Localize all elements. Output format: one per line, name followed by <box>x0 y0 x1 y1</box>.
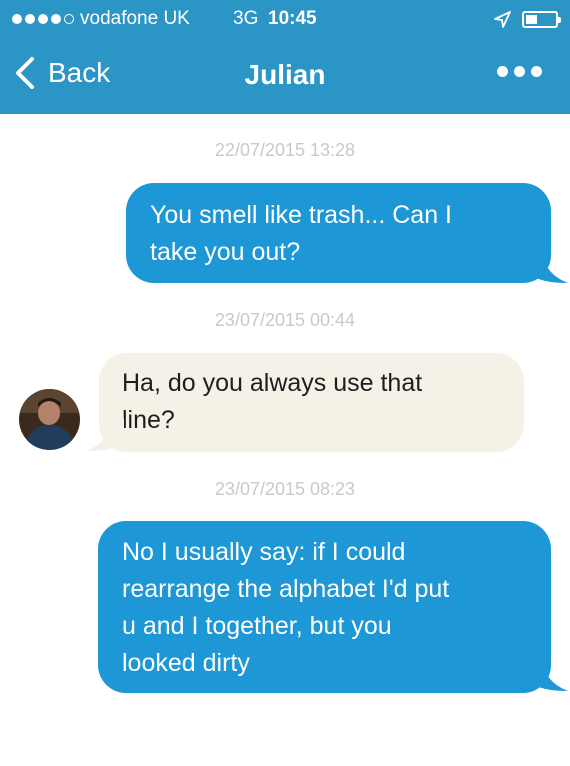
message-line: No I usually say: if I could <box>122 538 406 566</box>
message-line: u and I together, but you <box>122 612 392 640</box>
message-timestamp: 23/07/2015 08:23 <box>214 479 356 499</box>
contact-avatar[interactable] <box>19 389 80 450</box>
message-line: rearrange the alphabet I'd put <box>122 575 450 603</box>
more-dot <box>497 66 508 77</box>
outgoing-bubble-tail <box>530 250 568 283</box>
more-dot <box>514 66 525 77</box>
message-timestamp: 23/07/2015 00:44 <box>214 310 356 330</box>
outgoing-message-bubble[interactable]: No I usually say: if I could rearrange t… <box>98 521 551 693</box>
incoming-message-bubble[interactable]: Ha, do you always use that line? <box>99 353 524 452</box>
signal-dot <box>25 14 35 24</box>
signal-dot <box>51 14 61 24</box>
message-line: take you out? <box>150 238 301 266</box>
navigation-bar: Back Julian <box>0 44 570 104</box>
message-timestamp: 22/07/2015 13:28 <box>214 140 356 160</box>
signal-dot <box>12 14 22 24</box>
network-type: 3G <box>233 8 259 29</box>
carrier-name: vodafone UK <box>80 8 190 29</box>
outgoing-bubble-tail <box>530 658 568 691</box>
clock: 10:45 <box>268 8 317 29</box>
location-arrow-icon <box>494 11 511 28</box>
signal-strength-icon <box>12 14 74 24</box>
message-line: You smell like trash... Can I <box>150 201 452 229</box>
avatar-photo-icon <box>19 389 80 450</box>
top-bar: vodafone UK 3G 10:45 Back Julian <box>0 0 570 114</box>
signal-dot <box>38 14 48 24</box>
incoming-bubble-tail <box>86 418 124 451</box>
more-dot <box>531 66 542 77</box>
signal-dot-empty <box>64 14 74 24</box>
message-line: Ha, do you always use that <box>122 369 423 397</box>
battery-icon <box>522 11 561 28</box>
conversation-title: Julian <box>244 59 326 90</box>
message-line: looked dirty <box>122 649 250 677</box>
status-bar: vodafone UK 3G 10:45 <box>12 8 561 32</box>
outgoing-message-bubble[interactable]: You smell like trash... Can I take you o… <box>126 183 551 283</box>
message-line: line? <box>122 406 175 434</box>
more-dots-icon[interactable] <box>497 66 542 77</box>
